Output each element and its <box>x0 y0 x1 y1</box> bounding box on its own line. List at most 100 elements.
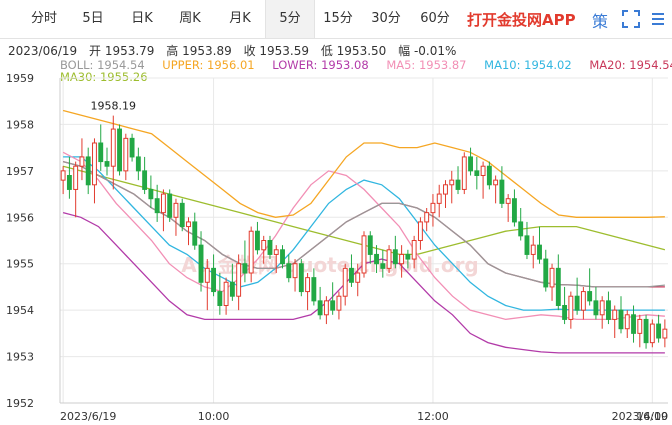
candle-body <box>392 249 398 265</box>
candle-body <box>449 179 455 186</box>
candle-body <box>405 253 411 260</box>
y-tick-label: 1954 <box>6 304 34 317</box>
candle-body <box>530 244 536 255</box>
candle-body <box>148 188 154 200</box>
candle-body <box>367 235 373 255</box>
x-tick-label: 12:00 <box>417 410 449 423</box>
candle-body <box>236 263 242 297</box>
candle-body <box>399 253 405 265</box>
y-tick-label: 1956 <box>6 211 34 224</box>
candle-body <box>92 142 97 186</box>
candle-body <box>443 184 448 195</box>
candle-body <box>643 318 649 344</box>
candle-body <box>424 212 430 223</box>
candle-body <box>430 202 436 214</box>
candle-body <box>192 221 198 246</box>
series-line-upper <box>62 109 665 218</box>
y-tick-label: 1958 <box>6 118 34 131</box>
candle-body <box>173 202 179 218</box>
candle-body <box>455 179 461 190</box>
candle-body <box>154 198 160 214</box>
candle-body <box>480 165 486 176</box>
candle-body <box>342 267 348 297</box>
price-annotation: 1958.19 <box>91 100 137 113</box>
candle-body <box>142 170 148 190</box>
candle-body <box>631 314 636 334</box>
candle-body <box>167 193 173 218</box>
candle-body <box>618 309 624 330</box>
candle-body <box>273 249 279 255</box>
y-tick-label: 1953 <box>6 351 34 364</box>
candle-body <box>574 295 580 311</box>
candle-body <box>656 323 662 339</box>
candle-body <box>179 202 185 228</box>
candle-body <box>568 295 574 320</box>
candle-body <box>255 230 260 251</box>
candle-body <box>461 156 467 190</box>
candle-body <box>261 240 267 251</box>
candle-body <box>511 198 517 223</box>
candle-body <box>436 193 442 204</box>
candle-body <box>593 300 599 316</box>
candle-body <box>73 165 79 190</box>
candle-body <box>286 263 292 279</box>
candle-body <box>380 263 386 269</box>
candle-body <box>123 137 129 172</box>
candle-body <box>242 263 248 274</box>
candle-body <box>135 156 141 172</box>
candle-body <box>349 267 354 283</box>
candle-body <box>662 328 668 339</box>
candle-body <box>580 291 586 311</box>
candle-body <box>311 277 317 302</box>
candlestick-chart: 1952 1953 1954 1955 1956 1957 1958 1959 2023/6/1… <box>6 72 668 423</box>
candle-body <box>417 221 423 242</box>
x-tick-label: 2023/6/19 <box>60 410 116 423</box>
candle-body <box>474 170 480 177</box>
candle-body <box>486 165 492 186</box>
candle-body <box>229 281 235 297</box>
candle-body <box>587 291 593 302</box>
candle-body <box>355 272 361 283</box>
candle-body <box>79 156 85 167</box>
candle-body <box>543 258 549 288</box>
candle-body <box>160 193 166 214</box>
candle-body <box>637 318 643 334</box>
x-tick-label: 10:00 <box>198 410 230 423</box>
candle-body <box>624 314 630 330</box>
y-tick-label: 1955 <box>6 258 34 271</box>
candle-body <box>537 244 542 260</box>
candle-body <box>198 244 204 283</box>
candle-body <box>374 253 379 265</box>
candle-body <box>129 137 135 158</box>
candle-body <box>411 240 417 260</box>
candle-body <box>562 305 568 320</box>
candle-body <box>518 221 524 237</box>
candle-body <box>317 300 323 316</box>
candle-body <box>117 128 122 172</box>
candle-body <box>223 281 229 306</box>
x-tick-label: 2023/6/19 <box>612 410 668 423</box>
candle-body <box>524 235 530 255</box>
candle-body <box>98 142 104 163</box>
candle-body <box>104 161 110 167</box>
candle-body <box>649 323 655 344</box>
candle-body <box>248 230 254 274</box>
candle-body <box>280 249 285 265</box>
y-tick-label: 1952 <box>6 397 34 410</box>
candle-body <box>505 198 511 204</box>
candle-body <box>499 179 505 204</box>
candle-body <box>292 263 298 279</box>
candle-body <box>468 156 473 172</box>
candle-body <box>323 300 329 316</box>
candle-body <box>85 156 91 186</box>
candle-body <box>549 267 555 288</box>
candle-body <box>606 300 611 320</box>
candle-body <box>555 267 561 307</box>
candle-body <box>298 263 304 293</box>
candle-body <box>386 249 392 269</box>
candle-body <box>612 309 618 320</box>
candle-body <box>493 179 499 186</box>
candle-body <box>66 175 72 190</box>
candle-body <box>186 221 191 228</box>
candle-body <box>305 277 311 293</box>
